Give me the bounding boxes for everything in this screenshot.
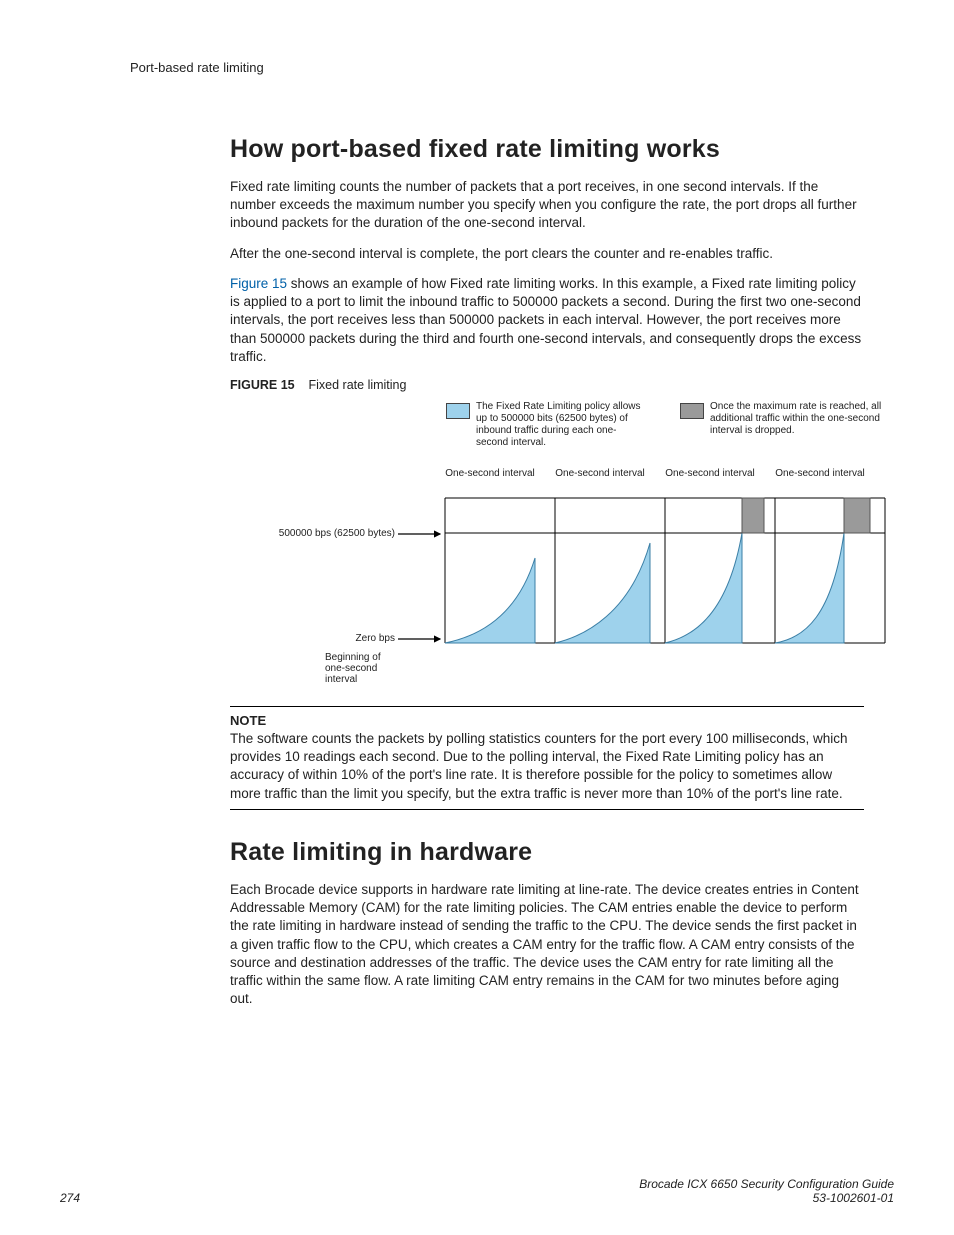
para-2: After the one-second interval is complet…: [230, 245, 864, 263]
figure-title: Fixed rate limiting: [309, 378, 407, 392]
para-1: Fixed rate limiting counts the number of…: [230, 178, 864, 233]
heading-how-works: How port-based fixed rate limiting works: [230, 135, 864, 164]
heading-hardware: Rate limiting in hardware: [230, 838, 864, 867]
para-3: Figure 15 shows an example of how Fixed …: [230, 275, 864, 366]
xref-figure15[interactable]: Figure 15: [230, 276, 287, 291]
page: Port-based rate limiting How port-based …: [0, 0, 954, 1235]
para-4: Each Brocade device supports in hardware…: [230, 881, 864, 1009]
footer-book-title: Brocade ICX 6650 Security Configuration …: [639, 1177, 894, 1191]
para-3-rest: shows an example of how Fixed rate limit…: [230, 276, 861, 364]
figure-caption: FIGURE 15 Fixed rate limiting: [230, 378, 864, 392]
running-head: Port-based rate limiting: [130, 60, 894, 75]
figure-label: FIGURE 15: [230, 378, 295, 392]
footer-doc-number: 53-1002601-01: [639, 1191, 894, 1205]
note-heading: NOTE: [230, 713, 864, 728]
note-block: NOTE The software counts the packets by …: [230, 706, 864, 810]
chart-svg: [230, 398, 930, 698]
content-column: How port-based fixed rate limiting works…: [140, 135, 894, 1008]
page-number: 274: [60, 1191, 80, 1205]
figure-15: The Fixed Rate Limiting policy allows up…: [230, 398, 930, 698]
note-body: The software counts the packets by polli…: [230, 730, 864, 803]
page-footer: 274 Brocade ICX 6650 Security Configurat…: [0, 1177, 954, 1205]
